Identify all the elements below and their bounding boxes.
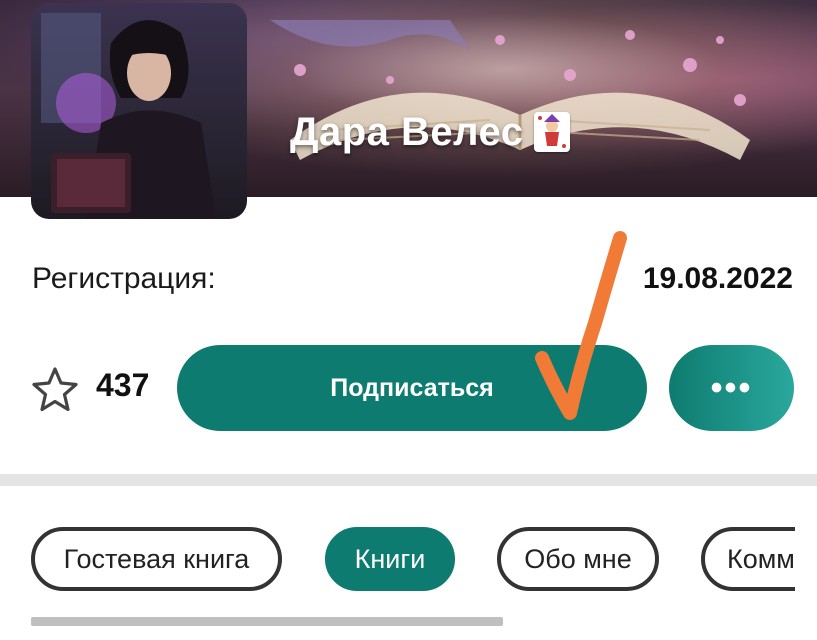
registration-date: 19.08.2022 xyxy=(642,262,793,295)
tab-comments[interactable]: Комм xyxy=(701,527,795,591)
profile-tabs: Гостевая книга Книги Обо мне Комм xyxy=(0,527,795,601)
profile-name: Дара Велес xyxy=(290,109,524,154)
avatar[interactable] xyxy=(31,3,247,219)
star-icon[interactable] xyxy=(30,366,80,414)
subscribe-button[interactable]: Подписаться xyxy=(177,345,647,431)
tab-guestbook[interactable]: Гостевая книга xyxy=(31,527,282,591)
tab-about-me[interactable]: Обо мне xyxy=(497,527,659,591)
registration-label: Регистрация: xyxy=(32,262,216,295)
tab-books[interactable]: Книги xyxy=(325,527,455,591)
profile-name-row: Дара Велес xyxy=(290,110,570,154)
avatar-image xyxy=(41,13,216,219)
followers-count: 437 xyxy=(96,367,150,403)
section-divider xyxy=(0,474,817,486)
more-options-button[interactable]: ••• xyxy=(669,345,794,431)
tabs-scroll-indicator xyxy=(31,617,503,626)
joker-card-icon xyxy=(533,112,570,152)
